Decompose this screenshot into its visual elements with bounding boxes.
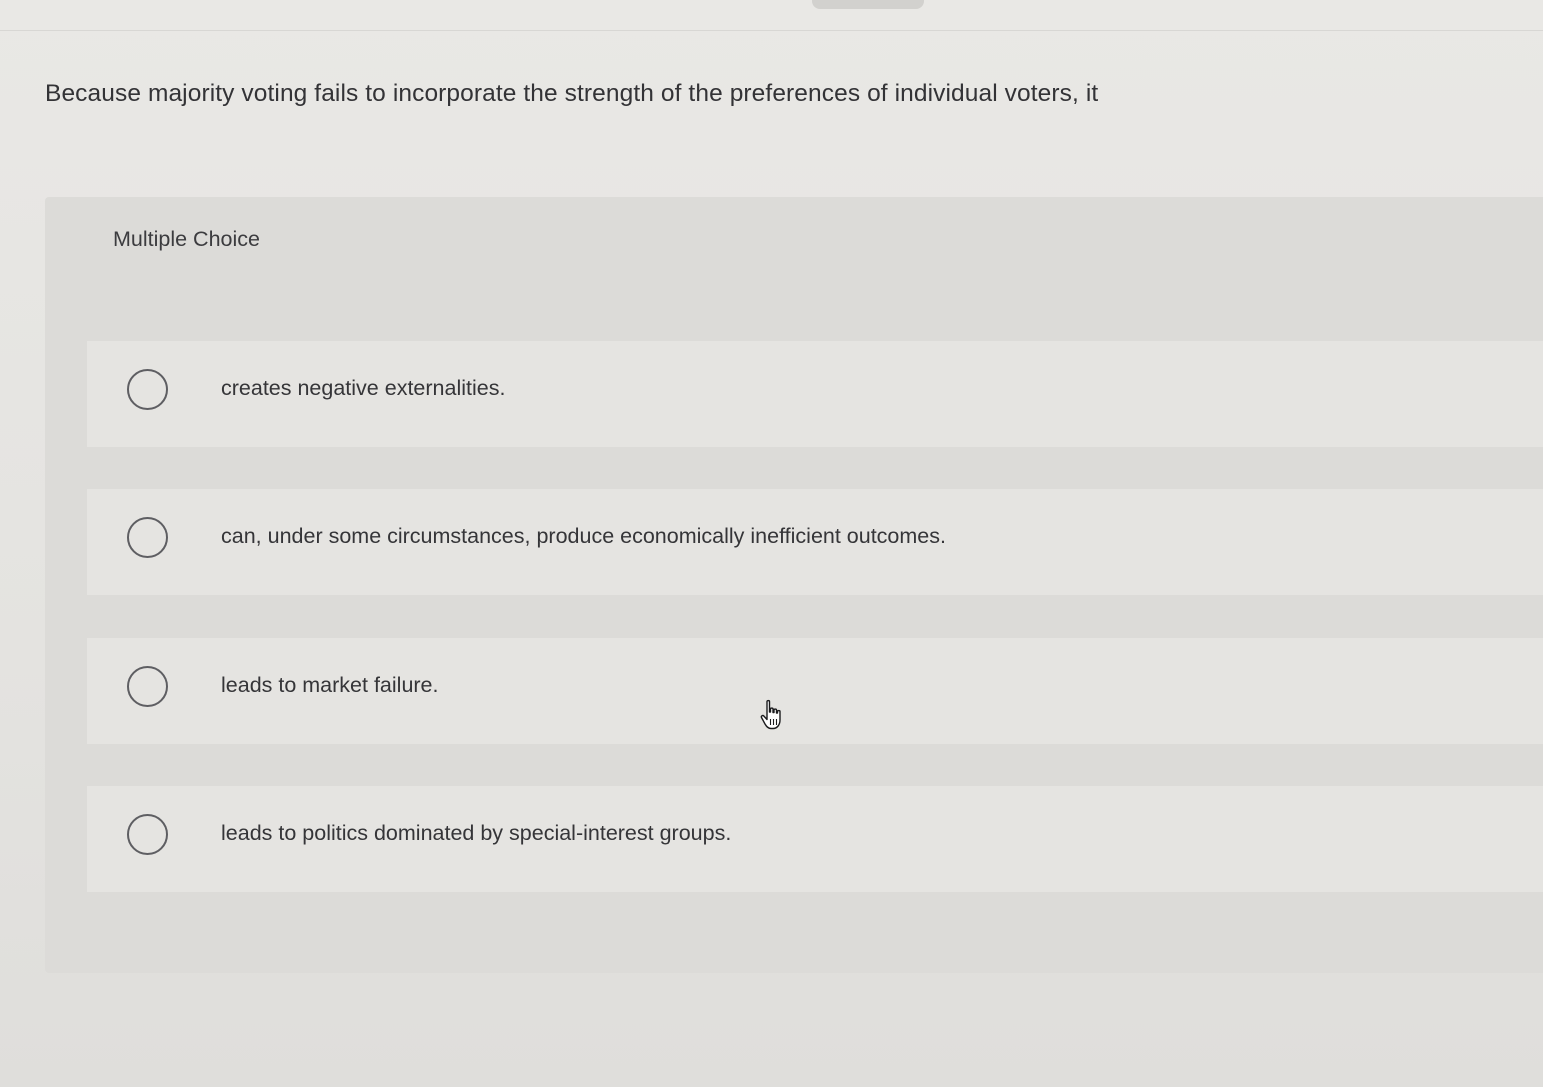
answer-option-label: can, under some circumstances, produce e… (221, 524, 946, 548)
question-prompt: Because majority voting fails to incorpo… (45, 80, 1099, 107)
answer-option-3[interactable]: leads to market failure. (87, 638, 1543, 744)
answer-option-1[interactable]: creates negative externalities. (87, 341, 1543, 447)
multiple-choice-panel: Multiple Choice creates negative externa… (45, 197, 1543, 973)
radio-button-icon[interactable] (127, 369, 168, 410)
answer-option-label: leads to market failure. (221, 673, 439, 697)
top-divider (0, 30, 1543, 31)
hand-pointer-icon (760, 699, 781, 730)
radio-button-icon[interactable] (127, 666, 168, 707)
top-tab-handle (812, 0, 924, 9)
answer-option-label: creates negative externalities. (221, 376, 506, 400)
answer-option-label: leads to politics dominated by special-i… (221, 821, 732, 845)
answer-option-2[interactable]: can, under some circumstances, produce e… (87, 489, 1543, 595)
radio-button-icon[interactable] (127, 517, 168, 558)
answer-option-4[interactable]: leads to politics dominated by special-i… (87, 786, 1543, 892)
radio-button-icon[interactable] (127, 814, 168, 855)
screen: Because majority voting fails to incorpo… (0, 0, 1543, 1087)
question-type-label: Multiple Choice (113, 227, 260, 251)
